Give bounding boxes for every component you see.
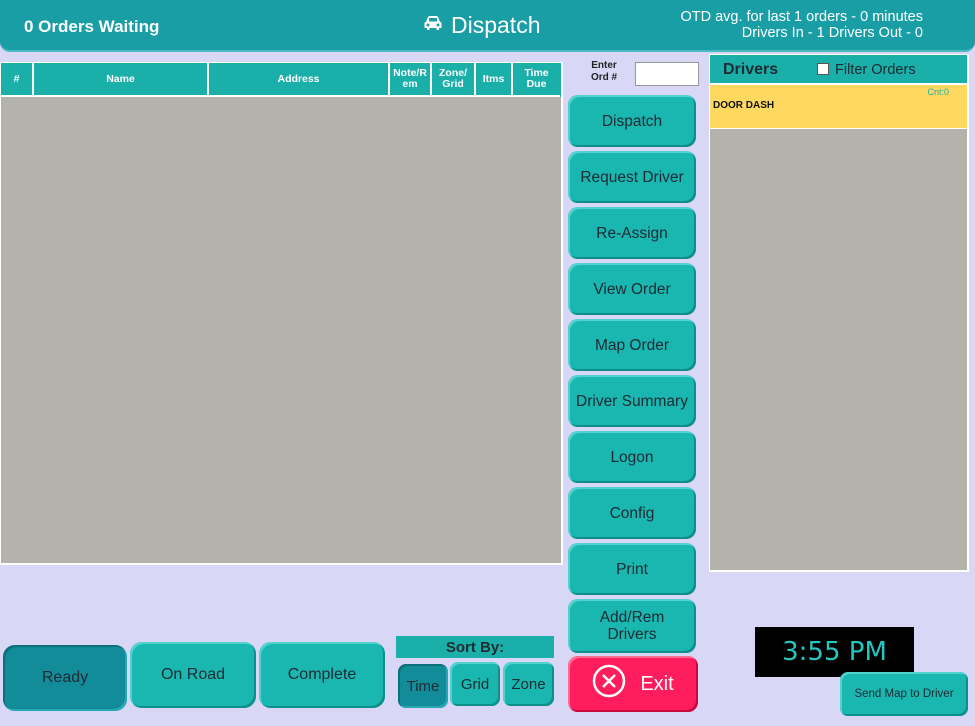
drivers-title: Drivers [723,61,779,78]
status-complete-button[interactable]: Complete [259,642,385,708]
config-button[interactable]: Config [568,487,696,539]
column-items[interactable]: Itms [476,63,513,97]
title-group: Dispatch [423,12,540,39]
order-number-label: Enter Ord # [590,60,618,83]
driver-row[interactable]: DOOR DASH Cnt:0 [710,85,967,129]
reassign-button[interactable]: Re-Assign [568,207,696,259]
driver-count: Cnt:0 [927,87,949,97]
clock-display: 3:55 PM [755,627,914,677]
sort-zone-button[interactable]: Zone [503,662,554,706]
status-on-road-button[interactable]: On Road [130,642,256,708]
sort-time-button[interactable]: Time [398,664,448,708]
sort-by-label: Sort By: [396,636,554,658]
header-bar: 0 Orders Waiting Dispatch OTD avg. for l… [0,0,975,52]
drivers-header: Drivers Filter Orders [710,55,967,85]
orders-table[interactable]: # Name Address Note/R em Zone/ Grid Itms… [0,62,563,565]
column-zone-grid[interactable]: Zone/ Grid [432,63,476,97]
view-order-button[interactable]: View Order [568,263,696,315]
request-driver-button[interactable]: Request Driver [568,151,696,203]
page-title: Dispatch [451,12,541,38]
column-time-due[interactable]: Time Due [513,63,560,97]
drivers-in-out: Drivers In - 1 Drivers Out - 0 [741,25,923,41]
dispatch-button[interactable]: Dispatch [568,95,696,147]
exit-button[interactable]: Exit [568,656,698,712]
send-map-to-driver-button[interactable]: Send Map to Driver [840,672,968,716]
filter-orders-label[interactable]: Filter Orders [835,62,916,78]
order-number-input[interactable] [635,62,699,86]
exit-label: Exit [640,672,674,695]
status-ready-button[interactable]: Ready [3,645,127,711]
driver-name: DOOR DASH [713,100,775,111]
map-order-button[interactable]: Map Order [568,319,696,371]
column-address[interactable]: Address [209,63,390,97]
otd-average: OTD avg. for last 1 orders - 0 minutes [680,9,923,25]
orders-table-header: # Name Address Note/R em Zone/ Grid Itms… [1,63,561,97]
add-remove-drivers-button[interactable]: Add/Rem Drivers [568,599,696,653]
orders-waiting-count: 0 Orders Waiting [24,17,160,36]
column-name[interactable]: Name [34,63,209,97]
column-number[interactable]: # [1,63,34,97]
dispatch-stats: OTD avg. for last 1 orders - 0 minutes D… [680,9,923,41]
car-icon [423,15,443,36]
drivers-panel[interactable]: Drivers Filter Orders DOOR DASH Cnt:0 [709,54,969,572]
logon-button[interactable]: Logon [568,431,696,483]
sort-grid-button[interactable]: Grid [450,662,500,706]
close-circle-icon [592,664,626,704]
filter-orders-checkbox[interactable] [817,63,829,75]
column-note[interactable]: Note/R em [390,63,432,97]
driver-summary-button[interactable]: Driver Summary [568,375,696,427]
print-button[interactable]: Print [568,543,696,595]
